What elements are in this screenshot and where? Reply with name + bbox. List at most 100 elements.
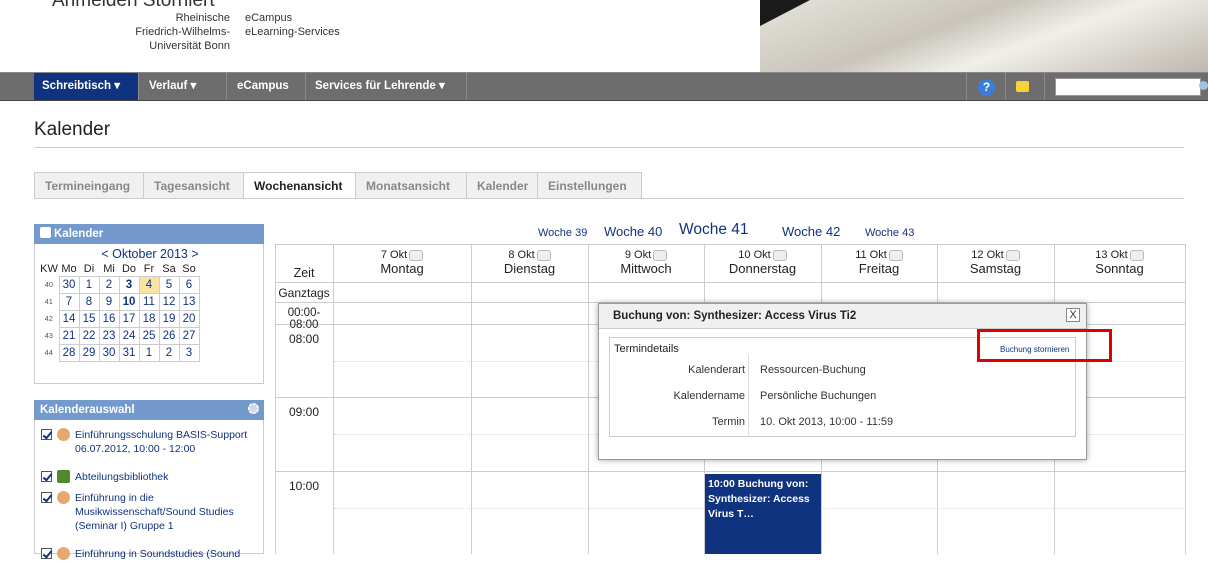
week-number[interactable]: 40: [39, 276, 59, 293]
day-name[interactable]: Montag: [333, 262, 471, 276]
day-date[interactable]: 12 Okt: [971, 249, 1003, 261]
day-cell[interactable]: 22: [78, 326, 100, 345]
day-cell[interactable]: 9: [98, 292, 120, 311]
add-entry-icon[interactable]: [1129, 249, 1144, 261]
week-link[interactable]: Woche 43: [865, 227, 914, 239]
checkbox-icon[interactable]: [41, 471, 52, 482]
day-cell[interactable]: 7: [58, 292, 80, 311]
tab-monatsansicht[interactable]: Monatsansicht: [355, 172, 467, 199]
day-cell[interactable]: 3: [118, 275, 140, 294]
search-icon[interactable]: [1199, 81, 1208, 90]
checkbox-icon[interactable]: [41, 492, 52, 503]
day-date[interactable]: 10 Okt: [738, 249, 770, 261]
day-date[interactable]: 13 Okt: [1095, 249, 1127, 261]
day-name[interactable]: Samstag: [937, 262, 1054, 276]
nav-services-lehrende[interactable]: Services für Lehrende ▾: [307, 73, 467, 100]
add-entry-icon[interactable]: [1005, 249, 1020, 261]
day-cell[interactable]: 30: [98, 343, 120, 362]
day-cell[interactable]: 18: [138, 309, 160, 328]
tab-kalender[interactable]: Kalender: [466, 172, 538, 199]
nav-verlauf[interactable]: Verlauf ▾: [141, 73, 227, 100]
tab-einstellungen[interactable]: Einstellungen: [537, 172, 642, 199]
day-cell[interactable]: 20: [178, 309, 200, 328]
day-cell[interactable]: 1: [78, 275, 100, 294]
day-name[interactable]: Sonntag: [1054, 262, 1185, 276]
day-header[interactable]: 13 Okt Sonntag: [1054, 248, 1185, 276]
calendar-select-label[interactable]: Einführung in die Musikwissenschaft/Soun…: [75, 491, 265, 533]
day-cell[interactable]: 24: [118, 326, 140, 345]
day-cell[interactable]: 31: [118, 343, 140, 362]
add-entry-icon[interactable]: [409, 249, 424, 261]
calendar-select-item[interactable]: Abteilungsbibliothek: [41, 470, 265, 484]
day-cell[interactable]: 25: [138, 326, 160, 345]
day-cell[interactable]: 19: [158, 309, 180, 328]
day-cell[interactable]: 21: [58, 326, 80, 345]
tab-tagesansicht[interactable]: Tagesansicht: [143, 172, 244, 199]
day-date[interactable]: 8 Okt: [508, 249, 534, 261]
day-cell[interactable]: 23: [98, 326, 120, 345]
week-number[interactable]: 44: [39, 344, 59, 361]
week-number[interactable]: 42: [39, 310, 59, 327]
day-cell[interactable]: 29: [78, 343, 100, 362]
day-date[interactable]: 7 Okt: [381, 249, 407, 261]
day-name[interactable]: Freitag: [821, 262, 937, 276]
day-cell[interactable]: 27: [178, 326, 200, 345]
day-cell[interactable]: 17: [118, 309, 140, 328]
calendar-select-label[interactable]: Abteilungsbibliothek: [75, 470, 265, 484]
day-header[interactable]: 7 Okt Montag: [333, 248, 471, 276]
calendar-select-item[interactable]: Einführung in Soundstudies (Sound: [41, 547, 265, 561]
calendar-select-item[interactable]: Einführungsschulung BASIS-Support 06.07.…: [41, 428, 265, 458]
day-cell[interactable]: 6: [178, 275, 200, 294]
day-cell[interactable]: 5: [158, 275, 180, 294]
day-header[interactable]: 10 Okt Donnerstag: [704, 248, 821, 276]
day-cell[interactable]: 11: [138, 292, 160, 311]
day-header[interactable]: 12 Okt Samstag: [937, 248, 1054, 276]
search-input[interactable]: [1055, 78, 1201, 96]
day-cell[interactable]: 10: [118, 292, 140, 311]
day-cell[interactable]: 8: [78, 292, 100, 311]
calendar-event[interactable]: 10:00 Buchung von: Synthesizer: Access V…: [705, 474, 821, 554]
nav-ecampus[interactable]: eCampus ▾: [229, 73, 306, 119]
add-entry-icon[interactable]: [888, 249, 903, 261]
day-cell[interactable]: 3: [178, 343, 200, 362]
day-cell[interactable]: 26: [158, 326, 180, 345]
checkbox-icon[interactable]: [41, 429, 52, 440]
day-header[interactable]: 9 Okt Mittwoch: [588, 248, 704, 276]
week-number[interactable]: 43: [39, 327, 59, 344]
day-cell[interactable]: 2: [98, 275, 120, 294]
week-link-current[interactable]: Woche 41: [679, 221, 749, 239]
day-cell[interactable]: 12: [158, 292, 180, 311]
week-number[interactable]: 41: [39, 293, 59, 310]
help-icon[interactable]: ?: [978, 79, 995, 96]
week-link[interactable]: Woche 42: [782, 224, 840, 239]
day-cell[interactable]: 28: [58, 343, 80, 362]
add-entry-icon[interactable]: [536, 249, 551, 261]
nav-schreibtisch[interactable]: Schreibtisch ▾: [34, 73, 139, 100]
day-cell[interactable]: 4: [138, 275, 160, 294]
close-icon[interactable]: X: [1066, 308, 1080, 322]
gear-icon[interactable]: [248, 403, 259, 414]
week-link[interactable]: Woche 39: [538, 227, 587, 239]
week-link[interactable]: Woche 40: [604, 224, 662, 239]
day-date[interactable]: 9 Okt: [625, 249, 651, 261]
day-name[interactable]: Dienstag: [471, 262, 588, 276]
day-name[interactable]: Mittwoch: [588, 262, 704, 276]
day-cell[interactable]: 15: [78, 309, 100, 328]
day-cell[interactable]: 1: [138, 343, 160, 362]
tab-wochenansicht[interactable]: Wochenansicht: [243, 172, 356, 199]
month-nav[interactable]: < Oktober 2013 >: [35, 247, 265, 261]
day-header[interactable]: 11 Okt Freitag: [821, 248, 937, 276]
day-cell[interactable]: 30: [58, 275, 80, 294]
day-date[interactable]: 11 Okt: [855, 249, 887, 261]
day-name[interactable]: Donnerstag: [704, 262, 821, 276]
calendar-select-label[interactable]: Einführung in Soundstudies (Sound: [75, 547, 265, 561]
calendar-select-item[interactable]: Einführung in die Musikwissenschaft/Soun…: [41, 491, 265, 535]
day-cell[interactable]: 14: [58, 309, 80, 328]
day-cell[interactable]: 13: [178, 292, 200, 311]
day-cell[interactable]: 16: [98, 309, 120, 328]
feedback-icon[interactable]: [1016, 81, 1029, 92]
day-header[interactable]: 8 Okt Dienstag: [471, 248, 588, 276]
day-cell[interactable]: 2: [158, 343, 180, 362]
add-entry-icon[interactable]: [772, 249, 787, 261]
tab-termineingang[interactable]: Termineingang: [34, 172, 144, 199]
